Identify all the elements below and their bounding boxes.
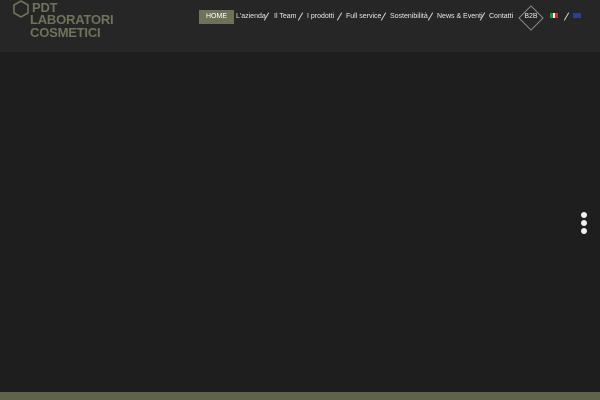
nav-item-sostenibilita[interactable]: Sostenibilità xyxy=(390,10,428,24)
nav-item-contatti[interactable]: Contatti xyxy=(489,10,513,24)
slider-dot[interactable] xyxy=(581,228,587,234)
nav-separator xyxy=(380,12,387,21)
hero-slider xyxy=(0,52,600,392)
nav-separator xyxy=(336,12,343,21)
italy-flag-icon[interactable] xyxy=(550,13,558,18)
site-logo[interactable]: PDT LABORATORI COSMETICI xyxy=(12,0,122,44)
slider-dot[interactable] xyxy=(581,212,587,218)
nav-item-full-service[interactable]: Full service xyxy=(346,10,381,24)
hexagon-logo-icon xyxy=(13,0,29,18)
logo-text-line-3: COSMETICI xyxy=(30,25,101,40)
b2b-label: B2B xyxy=(524,13,538,20)
nav-item-home[interactable]: HOME xyxy=(199,10,234,24)
slider-pagination xyxy=(581,212,587,236)
uk-flag-icon[interactable] xyxy=(573,13,581,18)
nav-separator xyxy=(297,12,304,21)
b2b-button[interactable]: B2B xyxy=(518,5,544,31)
nav-item-team[interactable]: Il Team xyxy=(274,10,296,24)
nav-separator xyxy=(427,12,434,21)
site-header: PDT LABORATORI COSMETICI HOME L'azienda … xyxy=(0,0,600,52)
nav-item-news-eventi[interactable]: News & Eventi xyxy=(437,10,483,24)
nav-item-azienda[interactable]: L'azienda xyxy=(236,10,266,24)
slider-dot[interactable] xyxy=(581,220,587,226)
language-separator xyxy=(563,12,570,21)
nav-item-prodotti[interactable]: I prodotti xyxy=(307,10,334,24)
bottom-accent-bar xyxy=(0,392,600,400)
